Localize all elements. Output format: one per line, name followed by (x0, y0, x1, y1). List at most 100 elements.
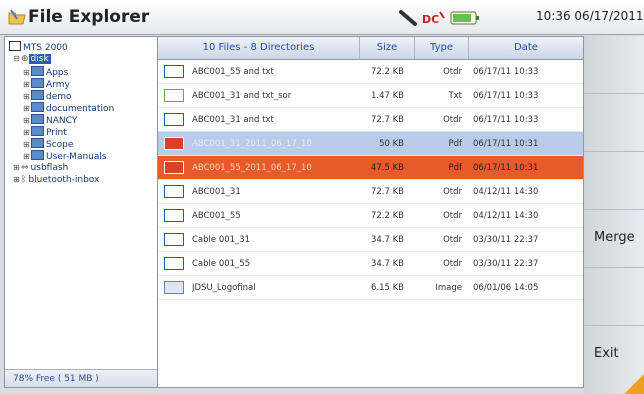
file-date: 06/17/11 10:33 (473, 115, 539, 125)
folder-icon (31, 114, 44, 124)
pdf-file-icon (164, 137, 184, 150)
file-date: 06/01/06 14:05 (473, 283, 539, 293)
otdr-file-icon (164, 185, 184, 198)
svg-text:DC: DC (422, 13, 439, 26)
folder-icon (31, 102, 44, 112)
tree-item-nancy[interactable]: ⊞ NANCY (23, 114, 77, 126)
tree-item-label: demo (46, 92, 72, 102)
directory-tree[interactable]: MTS 2000 ⊟⊕ disk ⊞ Apps ⊞ Army ⊞ demo ⊞ docum… (4, 36, 158, 388)
file-name: ABC001_31 and txt (192, 115, 274, 125)
tree-item-label: Army (46, 80, 70, 90)
tree-item-documentation[interactable]: ⊞ documentation (23, 102, 114, 114)
softkey-1[interactable] (584, 36, 644, 94)
file-date: 06/17/11 10:31 (473, 163, 539, 173)
otdr-file-icon (164, 65, 184, 78)
file-type: Image (435, 283, 462, 293)
table-row[interactable]: ABC001_31 72.7 KB Otdr 04/12/11 14:30 (158, 180, 583, 204)
free-space-indicator: 78% Free ( 51 MB ) (5, 369, 157, 387)
pdf-file-icon (164, 161, 184, 174)
tree-root-label: MTS 2000 (23, 43, 68, 53)
table-row[interactable]: ABC001_55 and txt 72.2 KB Otdr 06/17/11 10:… (158, 60, 583, 84)
tree-item-demo[interactable]: ⊞ demo (23, 90, 72, 102)
file-date: 04/12/11 14:30 (473, 211, 539, 221)
merge-button[interactable]: Merge (584, 210, 644, 268)
column-header-date[interactable]: Date (469, 37, 583, 59)
merge-label: Merge (594, 230, 635, 245)
exit-button[interactable]: Exit (584, 326, 644, 384)
file-name: Cable 001_31 (192, 235, 251, 245)
softkey-3[interactable] (584, 152, 644, 210)
window-title: File Explorer (28, 7, 150, 27)
table-row[interactable]: ABC001_55 72.2 KB Otdr 04/12/11 14:30 (158, 204, 583, 228)
file-name: ABC001_31 (192, 187, 241, 197)
file-type: Otdr (443, 115, 462, 125)
table-row[interactable]: Cable 001_31 34.7 KB Otdr 03/30/11 22:37 (158, 228, 583, 252)
table-row[interactable]: ABC001_31_2011_06_17_10 50 KB Pdf 06/17/11 … (158, 132, 583, 156)
table-row[interactable]: ABC001_31 and txt 72.7 KB Otdr 06/17/11 10:… (158, 108, 583, 132)
device-icon (9, 41, 21, 51)
file-size: 1.47 KB (370, 91, 404, 101)
tree-item-label: documentation (46, 104, 115, 114)
column-header-type[interactable]: Type (415, 37, 469, 59)
table-row[interactable]: JDSU_Logofinal 6.15 KB Image 06/01/06 14:05 (158, 276, 583, 300)
expand-icon[interactable]: ⊟ (13, 53, 21, 65)
tree-item-disk[interactable]: ⊟⊕ disk (13, 53, 51, 65)
img-file-icon (164, 281, 184, 294)
tree-item-label: Apps (46, 68, 69, 78)
tree-item-scope[interactable]: ⊞ Scope (23, 138, 73, 150)
softkey-2[interactable] (584, 94, 644, 152)
disk-icon: ⊕ (21, 54, 29, 64)
column-header-name[interactable]: 10 Files - 8 Directories (158, 37, 360, 59)
folder-icon (31, 78, 44, 88)
tree-item-usbflash[interactable]: ⊞⇔ usbflash (13, 162, 68, 174)
file-size: 34.7 KB (370, 259, 404, 269)
file-name: Cable 001_55 (192, 259, 251, 269)
tree-item-label: Print (46, 128, 67, 138)
file-name: ABC001_55_2011_06_17_10 (192, 163, 312, 173)
dc-power-icon: DC (422, 11, 445, 26)
file-type: Otdr (443, 211, 462, 221)
tree-item-disk-label: disk (28, 54, 51, 64)
file-size: 72.7 KB (370, 187, 404, 197)
otdr-file-icon (164, 257, 184, 270)
file-type: Otdr (443, 187, 462, 197)
file-type: Otdr (443, 67, 462, 77)
file-size: 34.7 KB (370, 235, 404, 245)
file-explorer-icon (8, 9, 26, 25)
file-date: 03/30/11 22:37 (473, 259, 539, 269)
file-date: 06/17/11 10:33 (473, 91, 539, 101)
sor-file-icon (164, 89, 184, 102)
tree-item-apps[interactable]: ⊞ Apps (23, 66, 68, 78)
table-row[interactable]: ABC001_55_2011_06_17_10 47.5 KB Pdf 06/17/1… (158, 156, 583, 180)
tree-item-user-manuals[interactable]: ⊞ User-Manuals (23, 150, 107, 162)
expand-icon[interactable]: ⊞ (13, 162, 21, 174)
tree-item-bluetooth[interactable]: ⊞ᛒ bluetooth-inbox (13, 174, 99, 186)
bluetooth-icon: ᛒ (21, 175, 27, 185)
file-size: 47.5 KB (370, 163, 404, 173)
expand-icon[interactable]: ⊞ (13, 174, 21, 186)
clock: 10:36 06/17/2011 (536, 9, 644, 23)
file-name: ABC001_31 and txt_sor (192, 91, 292, 101)
file-size: 6.15 KB (370, 283, 404, 293)
file-type: Pdf (448, 139, 462, 149)
file-name: JDSU_Logofinal (192, 283, 256, 293)
file-name: ABC001_55 and txt (192, 67, 274, 77)
battery-icon (450, 11, 479, 25)
tree-item-print[interactable]: ⊞ Print (23, 126, 67, 138)
file-date: 06/17/11 10:31 (473, 139, 539, 149)
otdr-file-icon (164, 113, 184, 126)
file-date: 03/30/11 22:37 (473, 235, 539, 245)
file-type: Pdf (448, 163, 462, 173)
table-row[interactable]: Cable 001_55 34.7 KB Otdr 03/30/11 22:37 (158, 252, 583, 276)
softkey-5[interactable] (584, 268, 644, 326)
table-row[interactable]: ABC001_31 and txt_sor 1.47 KB Txt 06/17/11 … (158, 84, 583, 108)
usb-icon: ⇔ (21, 163, 29, 173)
folder-icon (31, 90, 44, 100)
column-header-size[interactable]: Size (360, 37, 415, 59)
tree-root[interactable]: MTS 2000 (9, 41, 68, 53)
file-type: Txt (448, 91, 462, 101)
file-date: 04/12/11 14:30 (473, 187, 539, 197)
folder-icon (31, 138, 44, 148)
tree-item-army[interactable]: ⊞ Army (23, 78, 70, 90)
file-list[interactable]: 10 Files - 8 Directories Size Type Date … (157, 36, 584, 388)
